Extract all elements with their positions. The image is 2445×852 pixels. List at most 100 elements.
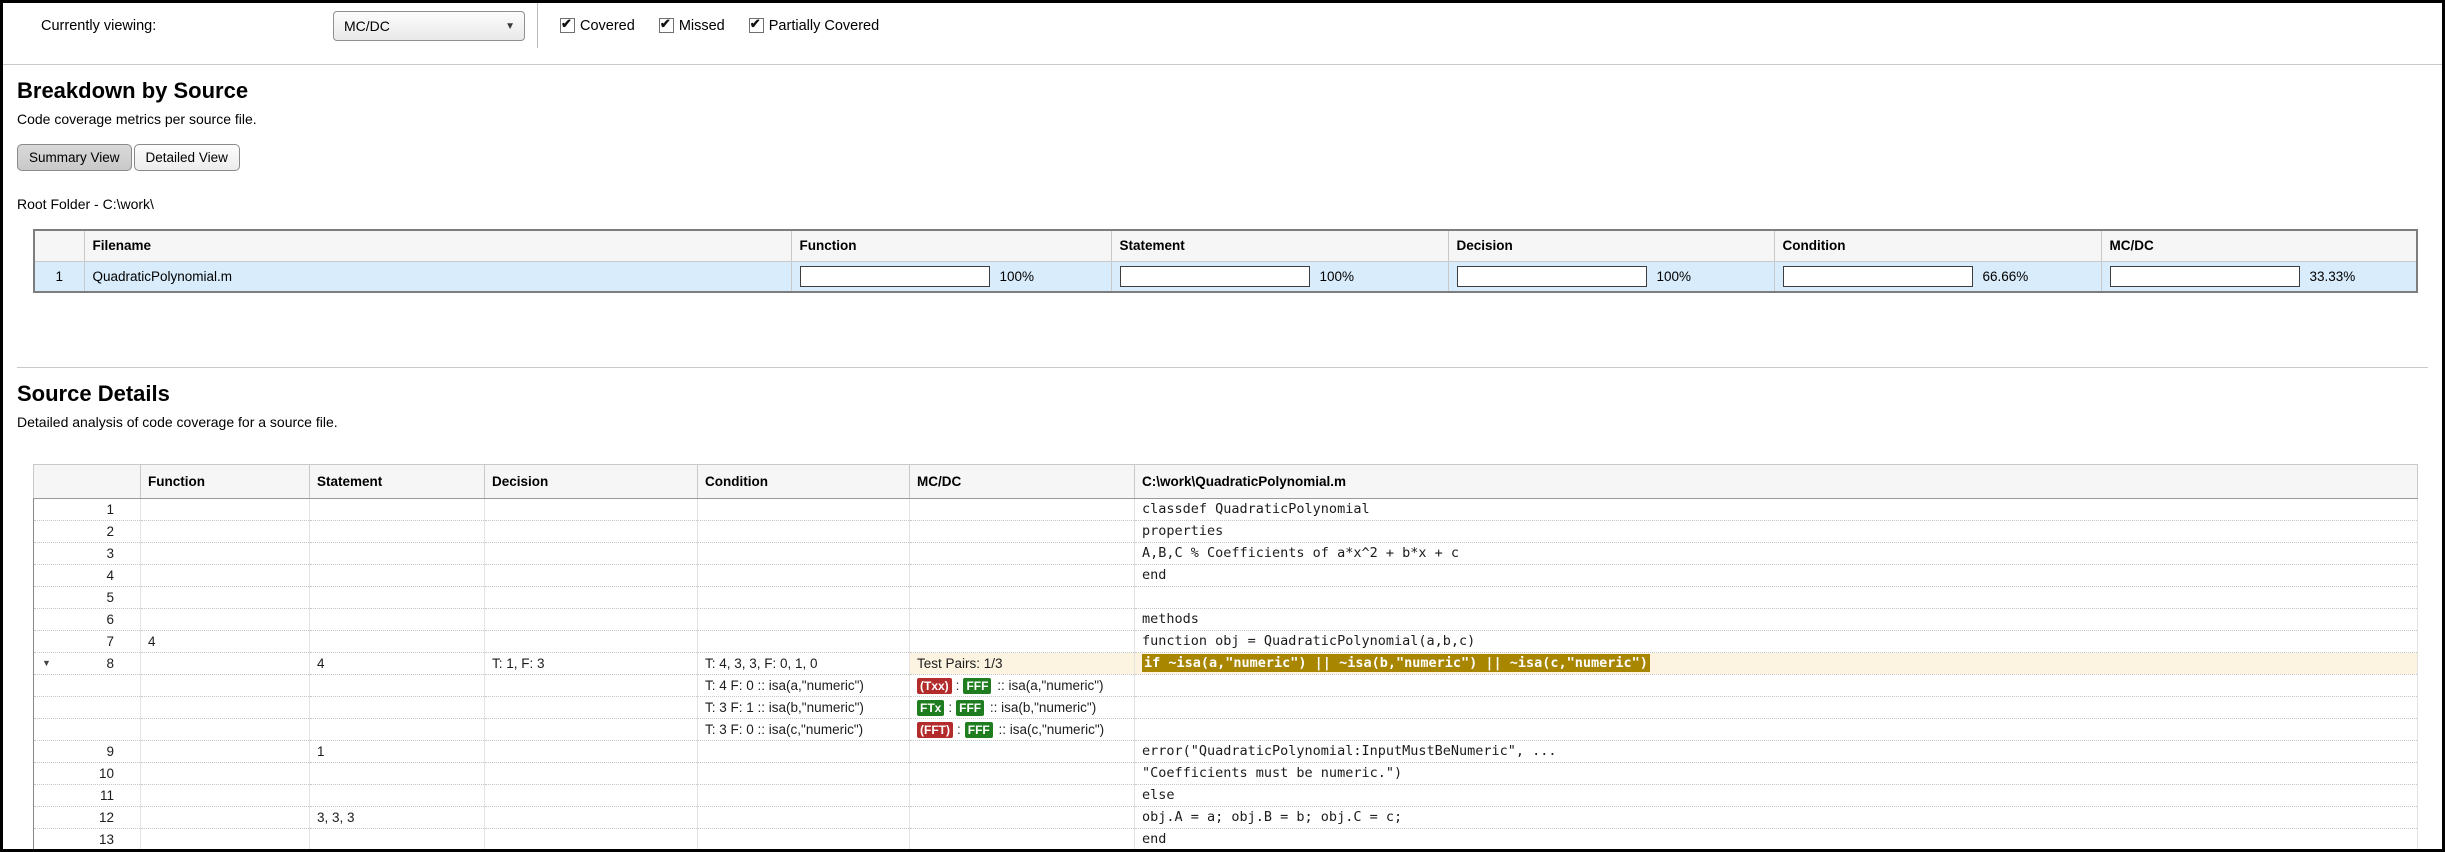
line-number-cell: 6 (33, 608, 141, 631)
decision-cell (484, 608, 698, 631)
decision-cell (484, 806, 698, 829)
statement-cell (309, 828, 485, 849)
line-number: 1 (106, 502, 114, 517)
statement-cell (309, 542, 485, 565)
line-number-cell: 13 (33, 828, 141, 849)
view-selector-dropdown[interactable]: MC/DC ▼ (333, 10, 525, 41)
function-cell (140, 520, 310, 543)
checkbox-missed[interactable]: ✔ Missed (658, 16, 725, 34)
highlighted-code: if ~isa(a,"numeric") || ~isa(b,"numeric"… (1142, 654, 1650, 672)
details-table: Function Statement Decision Condition MC/DC C… (33, 464, 2418, 849)
mcdc-cell: (FFT): FFF :: isa(c,"numeric") (909, 718, 1135, 741)
line-number: 9 (106, 744, 114, 759)
coverage-percent: 100% (1319, 268, 1355, 284)
function-cell (140, 586, 310, 609)
code-line-row: ▼ 8 4 T: 1, F: 3 T: 4, 3, 3, F: 0, 1, 0 Test … (33, 652, 2418, 675)
checkbox-covered[interactable]: ✔ Covered (560, 16, 635, 34)
mcdc-cell (909, 520, 1135, 543)
code-cell: A,B,C % Coefficients of a*x^2 + b*x + c (1134, 542, 2418, 565)
summary-col-6: MC/DC (2100, 229, 2418, 262)
coverage-report-page: Currently viewing: MC/DC ▼ ✔ Covered ✔ Miss… (0, 0, 2445, 852)
filename-cell: QuadraticPolynomial.m (83, 260, 792, 293)
code-line-row: 3 A,B,C % Coefficients of a*x^2 + b*x + … (33, 542, 2418, 565)
code-cell (1134, 696, 2418, 719)
line-number-cell (33, 718, 141, 741)
mcdc-condition-text: :: isa(b,"numeric") (986, 700, 1097, 715)
line-number-cell (33, 674, 141, 697)
toolbar: Currently viewing: MC/DC ▼ ✔ Covered ✔ Miss… (3, 3, 2442, 48)
condition-cell (697, 828, 910, 849)
coverage-percent: 33.33% (2309, 268, 2356, 284)
mcdc-cell (909, 586, 1135, 609)
function-cell (140, 542, 310, 565)
summary-file-row[interactable]: 1 QuadraticPolynomial.m 100% 100% 100% 66.66%… (33, 260, 2418, 293)
decision-cell (484, 520, 698, 543)
function-cell (140, 564, 310, 587)
code-cell: if ~isa(a,"numeric") || ~isa(b,"numeric"… (1134, 652, 2418, 675)
mcdc-condition-text: :: isa(c,"numeric") (994, 722, 1105, 737)
code-line-row: 5 (33, 586, 2418, 609)
details-col-6: C:\work\QuadraticPolynomial.m (1134, 464, 2418, 499)
line-number: 11 (99, 788, 114, 803)
function-cell (140, 828, 310, 849)
expand-arrow-icon[interactable]: ▼ (42, 653, 51, 674)
condition-cell: T: 3 F: 0 :: isa(c,"numeric") (697, 718, 910, 741)
condition-cell (697, 498, 910, 521)
badge-separator: : (956, 722, 961, 737)
details-subtitle: Detailed analysis of code coverage for a… (17, 414, 338, 430)
details-col-2: Statement (309, 464, 485, 499)
line-number-cell: 3 (33, 542, 141, 565)
mcdc-cell (909, 828, 1135, 849)
condition-cell (697, 806, 910, 829)
statement-cell (309, 586, 485, 609)
mcdc-cell (909, 630, 1135, 653)
decision-cell (484, 762, 698, 785)
line-number: 3 (106, 546, 114, 561)
details-col-0 (33, 464, 141, 499)
line-number-cell: 12 (33, 806, 141, 829)
function-cell (140, 652, 310, 675)
mcdc-badge: (Txx) (917, 678, 952, 694)
checkmark-icon: ✔ (749, 16, 761, 31)
statement-cell (309, 718, 485, 741)
mcdc-badge: FTx (917, 700, 945, 716)
detailed-view-button[interactable]: Detailed View (133, 144, 240, 171)
details-header-row: Function Statement Decision Condition MC/DC C… (33, 464, 2418, 499)
line-number: 4 (106, 568, 114, 583)
decision-cell (484, 542, 698, 565)
coverage-bar (1782, 265, 1973, 287)
coverage-bar (2109, 265, 2300, 287)
decision-cell (484, 828, 698, 849)
coverage-filter-checkboxes: ✔ Covered ✔ Missed ✔ Partially Covered (560, 16, 879, 34)
coverage-bar (1456, 265, 1647, 287)
checkbox-partially-covered[interactable]: ✔ Partially Covered (748, 16, 879, 34)
coverage-percent: 100% (1656, 268, 1692, 284)
line-number-cell: 11 (33, 784, 141, 807)
decision-cell (484, 674, 698, 697)
code-cell (1134, 586, 2418, 609)
code-line-row: 13 end (33, 828, 2418, 849)
line-number-cell: 9 (33, 740, 141, 763)
function-cell (140, 784, 310, 807)
decision-cell (484, 630, 698, 653)
code-cell: obj.A = a; obj.B = b; obj.C = c; (1134, 806, 2418, 829)
statement-cell: 3, 3, 3 (309, 806, 485, 829)
mcdc-badge: FFF (956, 700, 985, 716)
statement-cell (309, 784, 485, 807)
mcdc-cell (909, 762, 1135, 785)
decision-cell (484, 718, 698, 741)
metric-cell-statement: 100% (1110, 260, 1449, 293)
summary-table: Filename Function Statement Decision Conditi… (33, 229, 2418, 293)
function-cell: 4 (140, 630, 310, 653)
section-divider (17, 367, 2428, 368)
summary-col-2: Function (790, 229, 1112, 262)
line-number: 6 (106, 612, 114, 627)
code-line-row: 11 else (33, 784, 2418, 807)
checkbox-box: ✔ (748, 16, 764, 33)
summary-view-button[interactable]: Summary View (17, 144, 132, 171)
code-cell: end (1134, 564, 2418, 587)
code-cell: else (1134, 784, 2418, 807)
details-col-3: Decision (484, 464, 698, 499)
function-cell (140, 718, 310, 741)
metric-cell-decision: 100% (1447, 260, 1775, 293)
